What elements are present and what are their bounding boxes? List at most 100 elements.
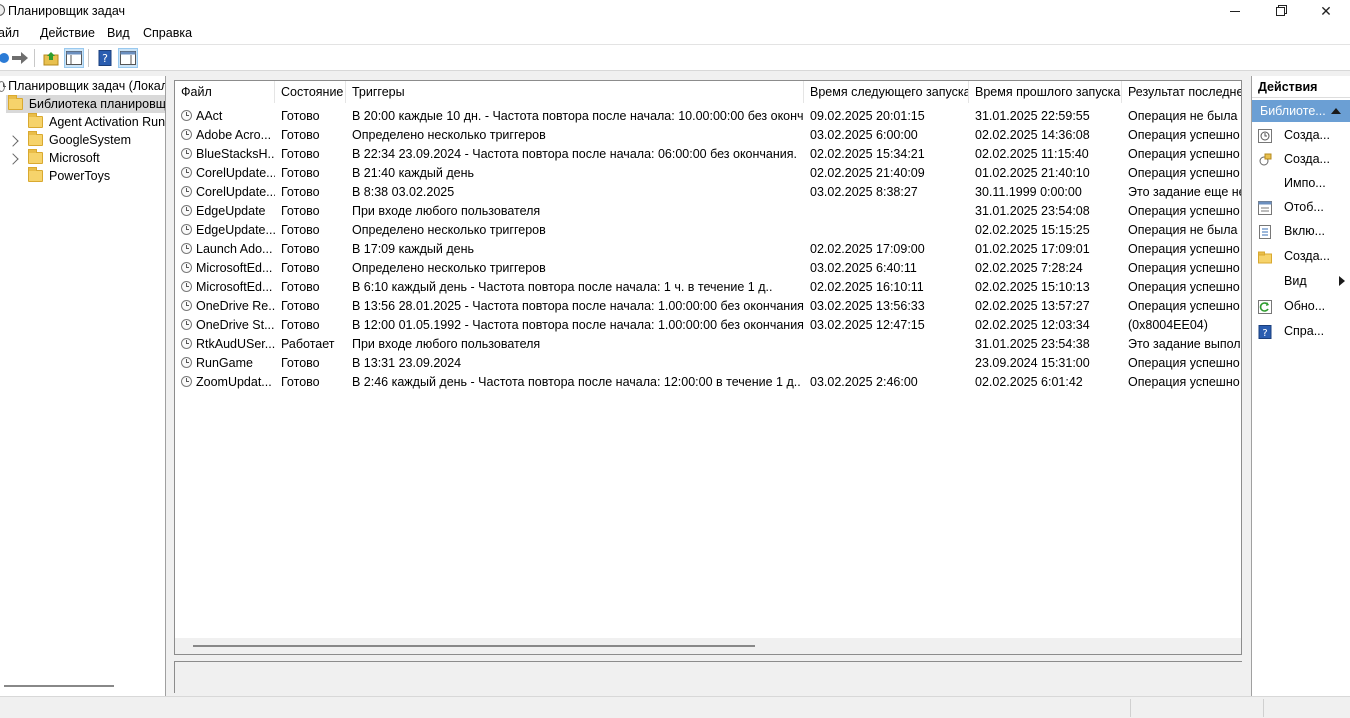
list-horizontal-scrollbar[interactable] bbox=[175, 638, 1241, 654]
table-row[interactable]: BlueStacksH... Готово В 22:34 23.09.2024 -… bbox=[175, 145, 1241, 164]
task-clock-icon bbox=[181, 376, 192, 387]
forward-icon bbox=[12, 52, 28, 64]
tree-item-library[interactable]: Библиотека планировщ bbox=[6, 95, 165, 113]
table-row[interactable]: RtkAudUSer... Работает При входе любого по… bbox=[175, 335, 1241, 354]
show-hide-action-pane-icon bbox=[120, 51, 136, 65]
table-row[interactable]: CorelUpdate... Готово В 8:38 03.02.2025 03.… bbox=[175, 183, 1242, 202]
table-row[interactable]: Launch Ado... Готово В 17:09 каждый день 02… bbox=[175, 240, 1241, 259]
action-item[interactable]: Созда... bbox=[1252, 124, 1350, 146]
cell-next-run-text: 03.02.2025 2:46:00 bbox=[810, 375, 918, 389]
action-item[interactable]: Обно... bbox=[1252, 295, 1350, 317]
cell-triggers-text: В 13:31 23.09.2024 bbox=[352, 356, 462, 370]
menu-help[interactable]: Справка bbox=[143, 26, 192, 40]
minimize-button[interactable] bbox=[1212, 0, 1258, 22]
table-row[interactable]: OneDrive St... Готово В 12:00 01.05.1992 -… bbox=[175, 316, 1241, 335]
cell-triggers-text: Определено несколько триггеров bbox=[352, 128, 546, 142]
cell-status: Готово bbox=[275, 221, 346, 240]
column-header-last-result[interactable]: Результат последнег bbox=[1122, 81, 1241, 103]
cell-triggers: В 13:56 28.01.2025 - Частота повтора пос… bbox=[346, 297, 804, 316]
cell-next-run-text: 03.02.2025 6:00:00 bbox=[810, 128, 918, 142]
table-row[interactable]: EdgeUpdate Готово При входе любого пользов… bbox=[175, 202, 1241, 221]
cell-last-run-text: 02.02.2025 11:15:40 bbox=[975, 147, 1089, 161]
task-scheduler-app-icon bbox=[0, 4, 5, 16]
table-row[interactable]: AAct Готово В 20:00 каждые 10 дн. - Частот… bbox=[175, 107, 1241, 126]
action-item[interactable]: Вклю... bbox=[1252, 220, 1350, 242]
table-row[interactable]: ZoomUpdat... Готово В 2:46 каждый день - Ч… bbox=[175, 373, 1241, 392]
action-item[interactable]: Вид bbox=[1252, 270, 1350, 292]
cell-triggers-text: В 20:00 каждые 10 дн. - Частота повтора … bbox=[352, 109, 804, 123]
actions-section-library[interactable]: Библиоте... bbox=[1252, 100, 1350, 122]
cell-status: Готово bbox=[275, 240, 346, 259]
tree-item-googlesystem[interactable]: GoogleSystem bbox=[28, 131, 131, 149]
column-header-last-run[interactable]: Время прошлого запуска bbox=[969, 81, 1122, 103]
cell-status-text: Готово bbox=[281, 299, 320, 313]
cell-file: RunGame bbox=[175, 354, 275, 373]
table-row[interactable]: Adobe Acro... Готово Определено несколько … bbox=[175, 126, 1241, 145]
expand-chevron-icon[interactable] bbox=[7, 135, 19, 147]
forward-button[interactable] bbox=[10, 48, 30, 68]
table-row[interactable]: EdgeUpdate... Готово Определено несколько … bbox=[175, 221, 1241, 240]
cell-status: Готово bbox=[275, 183, 346, 202]
maximize-button[interactable] bbox=[1257, 0, 1303, 22]
tree-item-label: GoogleSystem bbox=[49, 133, 131, 147]
menu-file[interactable]: айл bbox=[0, 26, 19, 40]
cell-triggers-text: Определено несколько триггеров bbox=[352, 223, 546, 237]
action-item[interactable]: Созда... bbox=[1252, 148, 1350, 170]
cell-status-text: Готово bbox=[281, 185, 320, 199]
cell-file: CorelUpdate... bbox=[175, 164, 275, 183]
action-item[interactable]: ? Спра... bbox=[1252, 320, 1350, 342]
cell-triggers: В 13:31 23.09.2024 bbox=[346, 354, 804, 373]
cell-last-run-text: 31.01.2025 23:54:08 bbox=[975, 204, 1090, 218]
menu-action[interactable]: Действие bbox=[40, 26, 95, 40]
cell-next-run-text: 02.02.2025 16:10:11 bbox=[810, 280, 924, 294]
cell-triggers-text: При входе любого пользователя bbox=[352, 204, 541, 218]
action-item[interactable]: Импо... bbox=[1252, 172, 1350, 194]
cell-last-run: 01.02.2025 17:09:01 bbox=[969, 240, 1122, 259]
action-item-label: Созда... bbox=[1284, 152, 1330, 166]
action-item[interactable]: Отоб... bbox=[1252, 196, 1350, 218]
table-row[interactable]: MicrosoftEd... Готово В 6:10 каждый день -… bbox=[175, 278, 1241, 297]
collapse-arrow-icon[interactable] bbox=[1331, 108, 1341, 114]
table-row[interactable]: CorelUpdate... Готово В 21:40 каждый день 0… bbox=[175, 164, 1241, 183]
table-row[interactable]: OneDrive Re... Готово В 13:56 28.01.2025 -… bbox=[175, 297, 1241, 316]
table-row[interactable]: MicrosoftEd... Готово Определено несколько… bbox=[175, 259, 1241, 278]
scrollbar-thumb[interactable] bbox=[193, 645, 755, 647]
menu-view[interactable]: Вид bbox=[107, 26, 130, 40]
action-item-label: Импо... bbox=[1284, 176, 1326, 190]
cell-last-result-text: Операция успешно bbox=[1128, 147, 1240, 161]
cell-last-run: 02.02.2025 13:57:27 bbox=[969, 297, 1122, 316]
tree-item-agent-activation[interactable]: Agent Activation Runt bbox=[28, 113, 165, 131]
close-button[interactable]: ✕ bbox=[1303, 0, 1349, 22]
expand-chevron-icon[interactable] bbox=[7, 153, 19, 165]
svg-text:?: ? bbox=[102, 52, 108, 65]
actions-header: Действия bbox=[1252, 76, 1350, 98]
show-hide-action-pane-button[interactable] bbox=[118, 48, 138, 68]
tree-horizontal-scrollbar[interactable] bbox=[4, 685, 114, 687]
create-basic-task-icon bbox=[1258, 128, 1272, 143]
tree-item-root[interactable]: Планировщик задач (Локал bbox=[0, 77, 165, 95]
cell-last-run-text: 02.02.2025 14:36:08 bbox=[975, 128, 1090, 142]
help-button[interactable]: ? bbox=[95, 48, 115, 68]
tree-item-microsoft[interactable]: Microsoft bbox=[28, 149, 100, 167]
column-header-triggers[interactable]: Триггеры bbox=[346, 81, 804, 103]
cell-file: RtkAudUSer... bbox=[175, 335, 275, 354]
folder-icon bbox=[28, 167, 43, 182]
column-header-status[interactable]: Состояние bbox=[275, 81, 346, 103]
cell-last-run-text: 01.02.2025 21:40:10 bbox=[975, 166, 1090, 180]
up-folder-button[interactable] bbox=[41, 48, 61, 68]
cell-status-text: Готово bbox=[281, 318, 320, 332]
task-clock-icon bbox=[181, 357, 192, 368]
cell-last-result-text: Это задание еще не bbox=[1128, 185, 1242, 199]
table-row[interactable]: RunGame Готово В 13:31 23.09.2024 23.09.202… bbox=[175, 354, 1241, 373]
show-hide-console-tree-button[interactable] bbox=[64, 48, 84, 68]
column-header-next-run[interactable]: Время следующего запуска bbox=[804, 81, 969, 103]
task-clock-icon bbox=[181, 262, 192, 273]
cell-triggers-text: В 2:46 каждый день - Частота повтора пос… bbox=[352, 375, 801, 389]
action-item[interactable]: Созда... bbox=[1252, 245, 1350, 267]
tree-item-powertoys[interactable]: PowerToys bbox=[28, 167, 110, 185]
column-header-file[interactable]: Файл bbox=[175, 81, 275, 103]
console-tree: Планировщик задач (Локал Библиотека план… bbox=[0, 76, 166, 696]
cell-last-result-text: Операция успешно bbox=[1128, 242, 1240, 256]
cell-file-text: ZoomUpdat... bbox=[196, 375, 272, 389]
new-folder-icon bbox=[1258, 249, 1272, 264]
